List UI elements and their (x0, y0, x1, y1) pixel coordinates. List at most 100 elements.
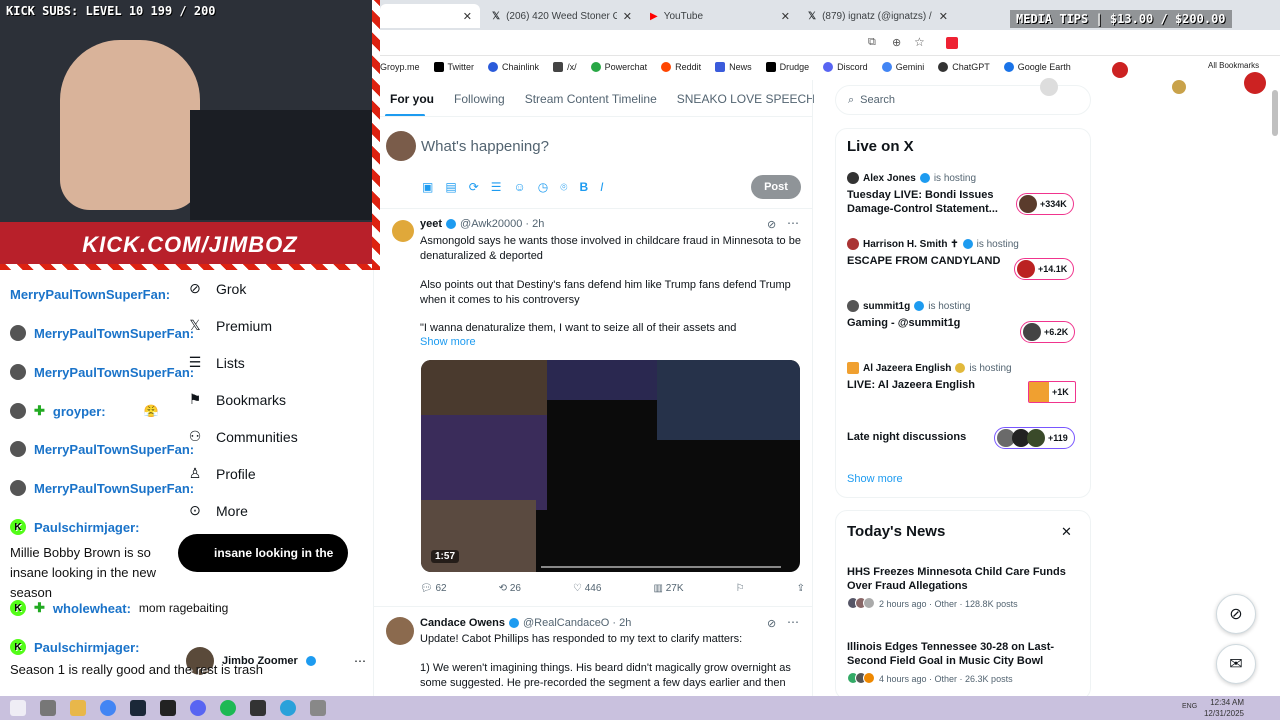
listener-pill[interactable]: +1K (1028, 381, 1076, 403)
close-tab-icon[interactable]: ✕ (781, 10, 790, 23)
close-tab-icon[interactable]: ✕ (623, 10, 632, 23)
app-icon[interactable] (310, 700, 326, 716)
bookmark[interactable]: /x/ (553, 62, 577, 72)
close-icon[interactable]: ✕ (1061, 524, 1072, 540)
discord-icon[interactable] (190, 700, 206, 716)
nav-lists[interactable]: ☰ Lists (186, 354, 245, 371)
nav-more[interactable]: ⊙ More (186, 502, 248, 519)
zoom-icon[interactable]: ⊕ (892, 36, 901, 49)
bold-icon[interactable]: B (579, 180, 588, 195)
image-icon[interactable]: ▣ (422, 180, 433, 195)
bookmark[interactable]: Gemini (881, 62, 924, 72)
nav-premium[interactable]: 𝕏 Premium (186, 317, 272, 334)
poll-icon[interactable]: ☰ (491, 180, 502, 195)
tweet-handle[interactable]: @Awk20000 · 2h (460, 218, 544, 230)
views-button[interactable]: ▥ 27K (653, 583, 683, 594)
show-more-link[interactable]: Show more (420, 336, 476, 348)
close-tab-icon[interactable]: ✕ (939, 10, 948, 23)
listener-pill[interactable]: +6.2K (1020, 321, 1076, 343)
view-count: 27K (665, 583, 684, 594)
bookmark[interactable]: Chainlink (488, 62, 539, 72)
browser-tab[interactable]: ▶ YouTube ✕ (642, 4, 798, 28)
bookmark-icon[interactable]: ⚐ (736, 583, 745, 594)
tweet-handle[interactable]: @RealCandaceO · 2h (523, 617, 631, 629)
emoji-icon[interactable]: ☺ (514, 180, 526, 195)
bookmark[interactable]: Reddit (661, 62, 701, 72)
composer-input[interactable]: What's happening? (421, 138, 549, 155)
tab-following[interactable]: Following (444, 86, 515, 116)
install-icon[interactable]: ⧉ (868, 36, 876, 49)
browser-tab[interactable]: 𝕏 (879) ignatz (@ignatzs) / X ✕ (800, 4, 956, 28)
star-icon[interactable]: ☆ (914, 35, 925, 49)
news-item[interactable]: Illinois Edges Tennessee 30-28 on Last-S… (847, 640, 1077, 686)
repost-button[interactable]: ⟲ 26 (499, 583, 521, 594)
tweet-author[interactable]: yeet (420, 218, 442, 230)
nav-grok[interactable]: ⊘ Grok (186, 280, 246, 297)
close-tab-icon[interactable]: ✕ (463, 10, 472, 23)
location-icon[interactable]: ⌾ (560, 180, 567, 195)
video-progress[interactable] (541, 566, 781, 568)
grok-icon[interactable]: ⊘ (767, 218, 776, 231)
grok-icon[interactable]: ⊘ (767, 617, 776, 630)
bookmark[interactable]: ChatGPT (938, 62, 990, 72)
all-bookmarks[interactable]: All Bookmarks (1208, 61, 1259, 70)
video-player[interactable]: 1:57 (421, 360, 800, 572)
google-earth-icon (1003, 62, 1014, 72)
tab-for-you[interactable]: For you (380, 86, 444, 116)
schedule-icon[interactable]: ◷ (538, 180, 548, 195)
avatar[interactable] (386, 617, 414, 645)
tab-stream-content[interactable]: Stream Content Timeline (515, 86, 667, 116)
tab-active[interactable]: ✕ (380, 4, 480, 28)
news-icon (715, 62, 726, 72)
obs-icon[interactable] (250, 700, 266, 716)
scrollbar[interactable] (1272, 90, 1278, 136)
listener-pill[interactable]: +14.1K (1014, 258, 1075, 280)
avatar[interactable] (392, 220, 414, 242)
avatar[interactable] (386, 131, 416, 161)
news-item[interactable]: HHS Freezes Minnesota Child Care Funds O… (847, 565, 1077, 611)
more-icon[interactable]: ⋯ (787, 615, 799, 629)
gif-icon[interactable]: ▤ (445, 180, 456, 195)
grok-icon[interactable]: ⟳ (469, 180, 479, 195)
spotify-icon[interactable] (220, 700, 236, 716)
extension-icon[interactable] (946, 37, 958, 49)
tweet-text: "I wanna denaturalize them, I want to se… (420, 322, 737, 334)
browser-tab[interactable]: 𝕏 (206) 420 Weed Stoner Groype... ✕ (484, 4, 640, 28)
reply-button[interactable]: 💬︎ 62 (420, 583, 447, 594)
bookmark[interactable]: Twitter (433, 62, 475, 72)
more-icon[interactable]: ⋯ (787, 216, 799, 230)
nav-profile[interactable]: ♙ Profile (186, 465, 256, 482)
tab-sneako[interactable]: SNEAKO LOVE SPEECH (667, 86, 825, 116)
post-button[interactable]: Post (751, 175, 801, 199)
windows-icon[interactable] (10, 700, 26, 716)
bookmark-label: Twitter (447, 62, 475, 72)
app-icon[interactable] (160, 700, 176, 716)
show-more-link[interactable]: Show more (847, 473, 903, 485)
more-icon[interactable]: ⋯ (354, 654, 366, 668)
tweet-author[interactable]: Candace Owens (420, 617, 505, 629)
telegram-icon[interactable] (280, 700, 296, 716)
ornament-decoration (1040, 78, 1058, 96)
file-explorer-icon[interactable] (70, 700, 86, 716)
italic-icon[interactable]: I (600, 180, 603, 195)
like-button[interactable]: ♡ 446 (573, 583, 601, 594)
bookmark[interactable]: Google Earth (1003, 62, 1071, 72)
share-icon[interactable]: ⇪ (797, 583, 805, 594)
listener-pill[interactable]: +119 (994, 427, 1075, 449)
bookmark-label: Discord (837, 62, 868, 72)
grok-float-button[interactable]: ⊘ (1216, 594, 1256, 634)
listener-pill[interactable]: +334K (1016, 193, 1074, 215)
task-view-icon[interactable] (40, 700, 56, 716)
messages-float-button[interactable]: ✉ (1216, 644, 1256, 684)
steam-icon[interactable] (130, 700, 146, 716)
bookmark[interactable]: Drudge (765, 62, 809, 72)
bookmark[interactable]: Powerchat (590, 62, 647, 72)
nav-bookmarks[interactable]: ⚑ Bookmarks (186, 391, 286, 408)
bookmark[interactable]: Discord (823, 62, 868, 72)
system-clock[interactable]: 12:34 AM 12/31/2025 (1204, 697, 1244, 719)
chrome-icon[interactable] (100, 700, 116, 716)
nav-communities[interactable]: ⚇ Communities (186, 428, 298, 445)
bookmark[interactable]: Groyp.me (380, 62, 420, 72)
language-indicator[interactable]: ENG (1182, 703, 1197, 710)
bookmark[interactable]: News (715, 62, 752, 72)
